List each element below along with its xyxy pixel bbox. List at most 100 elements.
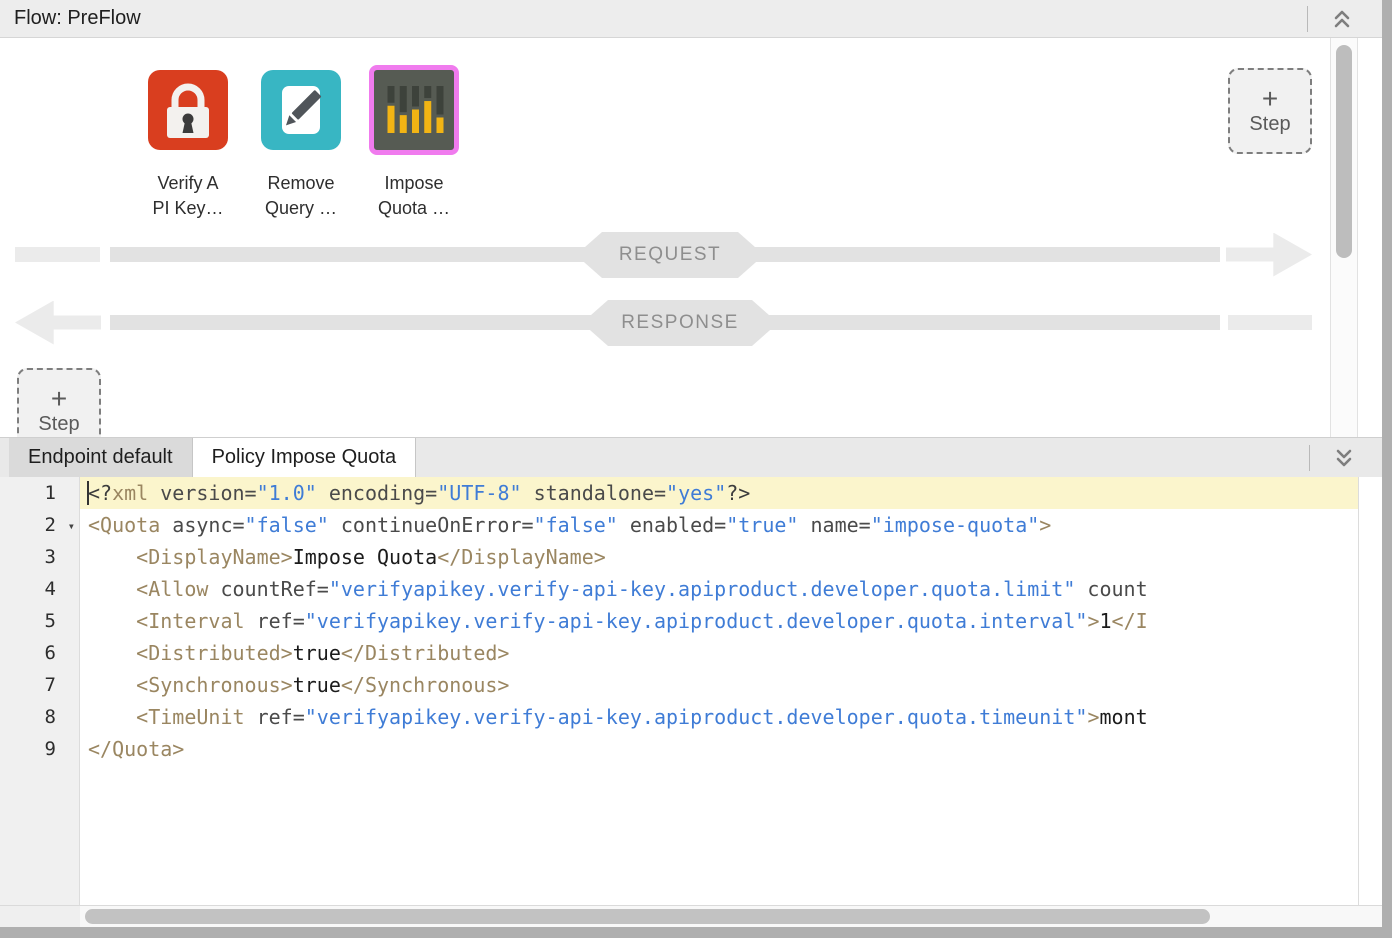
- code-token: "false": [245, 513, 329, 537]
- add-step-request-button[interactable]: + Step: [1228, 68, 1312, 154]
- code-line-3[interactable]: 3 <DisplayName>Impose Quota</DisplayName…: [0, 541, 1382, 573]
- code-line-9[interactable]: 9 </Quota>: [0, 733, 1382, 765]
- text-cursor: [87, 481, 89, 505]
- tab-strip: Endpoint defaultPolicy Impose Quota: [9, 438, 416, 477]
- code-token: "verifyapikey.verify-api-key.apiproduct.…: [329, 577, 1076, 601]
- policy-step-remove-query[interactable]: RemoveQuery …: [258, 70, 344, 221]
- flow-panel-header: Flow: PreFlow: [0, 0, 1382, 38]
- main-column: Flow: PreFlow Verify API Key… RemoveQuery…: [0, 0, 1382, 927]
- editor-collapse-button[interactable]: [1322, 438, 1366, 477]
- line-number: 7: [0, 669, 80, 701]
- code-token: "true": [726, 513, 798, 537]
- tab-endpoint-default[interactable]: Endpoint default: [9, 438, 193, 477]
- code-line-text: <Allow countRef="verifyapikey.verify-api…: [80, 573, 1358, 605]
- code-token: [88, 577, 136, 601]
- code-token: version=: [148, 481, 256, 505]
- gutter-stub: [0, 906, 80, 927]
- policy-step-impose-quota[interactable]: ImposeQuota …: [371, 70, 457, 221]
- code-line-text: <TimeUnit ref="verifyapikey.verify-api-k…: [80, 701, 1358, 733]
- code-token: count: [1075, 577, 1147, 601]
- line-number: 2▾: [0, 509, 80, 541]
- line-number: 6: [0, 637, 80, 669]
- code-token: ?>: [726, 481, 750, 505]
- code-line-8[interactable]: 8 <TimeUnit ref="verifyapikey.verify-api…: [0, 701, 1382, 733]
- line-number: 3: [0, 541, 80, 573]
- code-line-1[interactable]: 1<?xml version="1.0" encoding="UTF-8" st…: [0, 477, 1382, 509]
- code-token: "impose-quota": [871, 513, 1040, 537]
- code-token: <Synchronous>: [136, 673, 293, 697]
- code-token: [88, 545, 136, 569]
- policy-label-line2: Quota …: [378, 196, 450, 221]
- line-number: 1: [0, 477, 80, 509]
- code-token: async=: [160, 513, 244, 537]
- code-token: "1.0": [257, 481, 317, 505]
- policy-step-row: Verify API Key… RemoveQuery … ImposeQuota …: [145, 70, 457, 221]
- code-line-2[interactable]: 2▾ <Quota async="false" continueOnError= "…: [0, 509, 1382, 541]
- code-line-5[interactable]: 5 <Interval ref="verifyapikey.verify-api…: [0, 605, 1382, 637]
- code-token: >: [1087, 705, 1099, 729]
- policy-label-line1: Impose: [378, 171, 450, 196]
- line-number: 4: [0, 573, 80, 605]
- double-chevron-up-icon: [1330, 7, 1354, 31]
- code-line-text: <Synchronous>true</Synchronous>: [80, 669, 1358, 701]
- code-token: <TimeUnit: [136, 705, 244, 729]
- code-token: countRef=: [208, 577, 328, 601]
- code-token: <Interval: [136, 609, 244, 633]
- code-line-text: </Quota>: [80, 733, 1358, 765]
- code-token: [88, 609, 136, 633]
- double-chevron-down-icon: [1332, 446, 1356, 470]
- code-token: standalone=: [522, 481, 667, 505]
- code-token: "verifyapikey.verify-api-key.apiproduct.…: [305, 609, 1088, 633]
- code-token: xml: [112, 481, 148, 505]
- flow-vertical-scrollbar[interactable]: [1330, 38, 1358, 437]
- flow-canvas: Verify API Key… RemoveQuery … ImposeQuota …: [0, 38, 1382, 437]
- code-token: <Quota: [88, 513, 160, 537]
- code-lines: 1<?xml version="1.0" encoding="UTF-8" st…: [0, 477, 1382, 765]
- code-token: [88, 705, 136, 729]
- header-divider: [1307, 6, 1308, 32]
- code-line-text: <Interval ref="verifyapikey.verify-api-k…: [80, 605, 1358, 637]
- code-token: </Quota>: [88, 737, 184, 761]
- code-token: [88, 641, 136, 665]
- tab-policy-impose-quota[interactable]: Policy Impose Quota: [193, 438, 417, 477]
- code-token: Impose Quota: [293, 545, 438, 569]
- horizontal-scrollbar-thumb[interactable]: [85, 909, 1210, 924]
- code-token: <Allow: [136, 577, 208, 601]
- add-step-response-button[interactable]: + Step: [17, 368, 101, 437]
- code-editor[interactable]: 1<?xml version="1.0" encoding="UTF-8" st…: [0, 477, 1382, 905]
- flow-scrollbar-thumb[interactable]: [1336, 45, 1352, 258]
- code-token: >: [1039, 513, 1051, 537]
- code-token: </Synchronous>: [341, 673, 510, 697]
- line-number: 9: [0, 733, 80, 765]
- policy-step-verify-a-pi-key[interactable]: Verify API Key…: [145, 70, 231, 221]
- editor-horizontal-scrollbar[interactable]: [0, 905, 1382, 927]
- code-line-text: <?xml version="1.0" encoding="UTF-8" sta…: [80, 477, 1358, 509]
- response-line-end-stub: [1228, 315, 1312, 330]
- plus-icon: +: [1262, 86, 1278, 112]
- code-token: <?: [88, 481, 112, 505]
- code-line-7[interactable]: 7 <Synchronous>true</Synchronous>: [0, 669, 1382, 701]
- code-token: "verifyapikey.verify-api-key.apiproduct.…: [305, 705, 1088, 729]
- flow-title: Flow: PreFlow: [14, 7, 141, 30]
- response-arrow-left-icon: [15, 301, 101, 345]
- flow-collapse-button[interactable]: [1320, 0, 1364, 37]
- code-line-6[interactable]: 6 <Distributed>true</Distributed>: [0, 637, 1382, 669]
- flow-header-controls: [1307, 0, 1382, 37]
- code-token: ref=: [245, 609, 305, 633]
- policy-label-line1: Verify A: [152, 171, 223, 196]
- code-token: enabled=: [618, 513, 726, 537]
- lock-icon: [148, 70, 228, 150]
- apigee-flow-editor-window: Flow: PreFlow Verify API Key… RemoveQuery…: [0, 0, 1392, 938]
- code-line-text: <Distributed>true</Distributed>: [80, 637, 1358, 669]
- fold-toggle-icon[interactable]: ▾: [68, 510, 75, 542]
- window-frame-bottom: [0, 927, 1392, 938]
- code-token: <Distributed>: [136, 641, 293, 665]
- request-arrow-right-icon: [1226, 233, 1312, 277]
- tabbar-divider: [1309, 445, 1310, 471]
- request-line-start-stub: [15, 247, 100, 262]
- code-line-4[interactable]: 4 <Allow countRef="verifyapikey.verify-a…: [0, 573, 1382, 605]
- code-token: continueOnError=: [329, 513, 534, 537]
- code-token: 1: [1099, 609, 1111, 633]
- code-token: "yes": [666, 481, 726, 505]
- code-token: >: [1087, 609, 1099, 633]
